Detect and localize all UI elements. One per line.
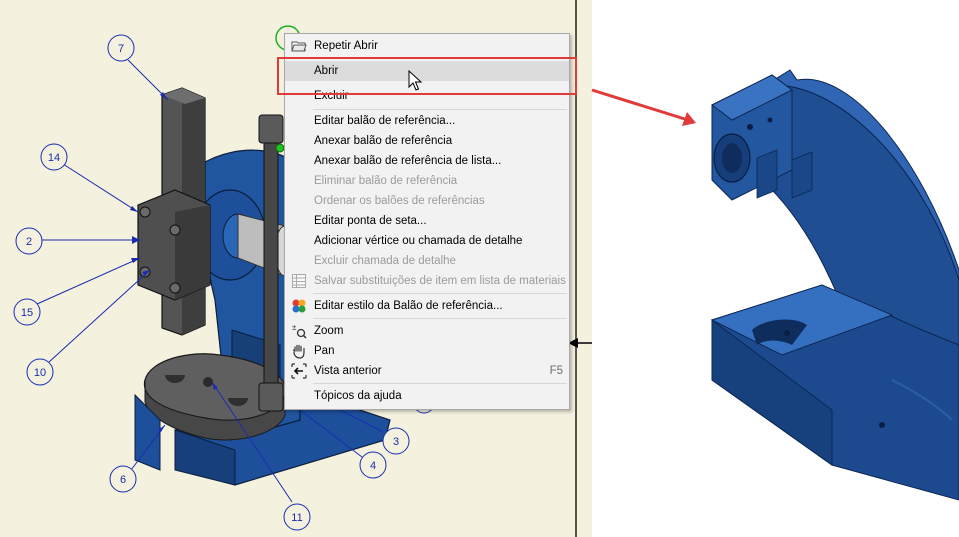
balloon-2[interactable]: 2 xyxy=(15,227,43,255)
zoom-icon: ± xyxy=(292,323,307,339)
frame-part[interactable] xyxy=(710,69,959,501)
svg-text:11: 11 xyxy=(291,512,302,524)
menu-item-label: Editar balão de referência... xyxy=(314,115,456,127)
menu-item-excluir-chamada[interactable]: Excluir chamada de detalhe xyxy=(285,251,569,271)
balloon-7[interactable]: 7 xyxy=(107,34,135,62)
style-icon xyxy=(292,299,306,313)
menu-item-label: Ordenar os balões de referências xyxy=(314,195,485,207)
menu-item-label: Repetir Abrir xyxy=(314,40,378,52)
clamp-block-part[interactable] xyxy=(137,189,211,301)
menu-separator xyxy=(313,293,567,294)
menu-item-label: Salvar substituições de item em lista de… xyxy=(314,275,566,287)
menu-separator xyxy=(313,383,567,384)
menu-item-salvar-substituicoes[interactable]: Salvar substituições de item em lista de… xyxy=(285,271,569,291)
svg-text:2: 2 xyxy=(26,236,32,248)
svg-text:4: 4 xyxy=(370,460,376,472)
menu-item-editar-ponta-seta[interactable]: Editar ponta de seta... xyxy=(285,211,569,231)
svg-text:10: 10 xyxy=(34,367,46,379)
balloon-4[interactable]: 4 xyxy=(359,451,387,479)
menu-item-repetir-abrir[interactable]: Repetir Abrir xyxy=(285,36,569,56)
menu-item-eliminar-balao[interactable]: Eliminar balão de referência xyxy=(285,171,569,191)
previous-view-icon xyxy=(291,363,307,379)
balloon-15[interactable]: 15 xyxy=(13,298,41,326)
balloon-6[interactable]: 6 xyxy=(109,465,137,493)
menu-item-label: Anexar balão de referência xyxy=(314,135,453,147)
svg-text:15: 15 xyxy=(21,307,33,319)
mouse-cursor-icon xyxy=(408,70,423,91)
menu-item-label: Vista anterior xyxy=(314,365,382,377)
menu-item-adicionar-vertice[interactable]: Adicionar vértice ou chamada de detalhe xyxy=(285,231,569,251)
part-3d-view[interactable] xyxy=(592,0,959,537)
menu-item-topicos-ajuda[interactable]: Tópicos da ajuda xyxy=(285,386,569,406)
menu-item-label: Anexar balão de referência de lista... xyxy=(314,155,502,167)
menu-item-pan[interactable]: Pan xyxy=(285,341,569,361)
open-folder-icon xyxy=(291,41,307,52)
menu-item-label: Editar ponta de seta... xyxy=(314,215,427,227)
menu-item-anexar-balao[interactable]: Anexar balão de referência xyxy=(285,131,569,151)
balloon-14[interactable]: 14 xyxy=(40,143,68,171)
menu-item-label: Editar estilo da Balão de referência... xyxy=(314,300,503,312)
menu-item-label: Zoom xyxy=(314,325,344,337)
menu-separator xyxy=(313,318,567,319)
menu-item-editar-balao[interactable]: Editar balão de referência... xyxy=(285,111,569,131)
menu-item-zoom[interactable]: ± Zoom xyxy=(285,321,569,341)
table-icon xyxy=(292,274,306,288)
svg-text:3: 3 xyxy=(393,436,399,448)
menu-separator xyxy=(313,109,567,110)
menu-item-vista-anterior[interactable]: Vista anterior F5 xyxy=(285,361,569,381)
menu-item-label: Excluir chamada de detalhe xyxy=(314,255,456,267)
balloon-10[interactable]: 10 xyxy=(26,358,54,386)
svg-text:6: 6 xyxy=(120,474,126,486)
svg-text:14: 14 xyxy=(48,152,60,164)
menu-item-editar-estilo[interactable]: Editar estilo da Balão de referência... xyxy=(285,296,569,316)
menu-item-label: Pan xyxy=(314,345,335,357)
balloon-11[interactable]: 11 xyxy=(283,503,311,531)
menu-item-label: Adicionar vértice ou chamada de detalhe xyxy=(314,235,523,247)
menu-item-label: Tópicos da ajuda xyxy=(314,390,402,402)
highlight-box xyxy=(277,57,577,95)
svg-text:±: ± xyxy=(292,323,297,332)
menu-item-anexar-balao-lista[interactable]: Anexar balão de referência de lista... xyxy=(285,151,569,171)
balloon-3[interactable]: 3 xyxy=(382,427,410,455)
svg-text:7: 7 xyxy=(118,43,124,55)
callout-arrow xyxy=(591,88,696,126)
menu-item-ordenar-baloes[interactable]: Ordenar os balões de referências xyxy=(285,191,569,211)
pan-hand-icon xyxy=(292,344,305,359)
menu-item-shortcut: F5 xyxy=(549,365,563,377)
menu-item-label: Eliminar balão de referência xyxy=(314,175,458,187)
frame-part-render xyxy=(710,69,959,501)
